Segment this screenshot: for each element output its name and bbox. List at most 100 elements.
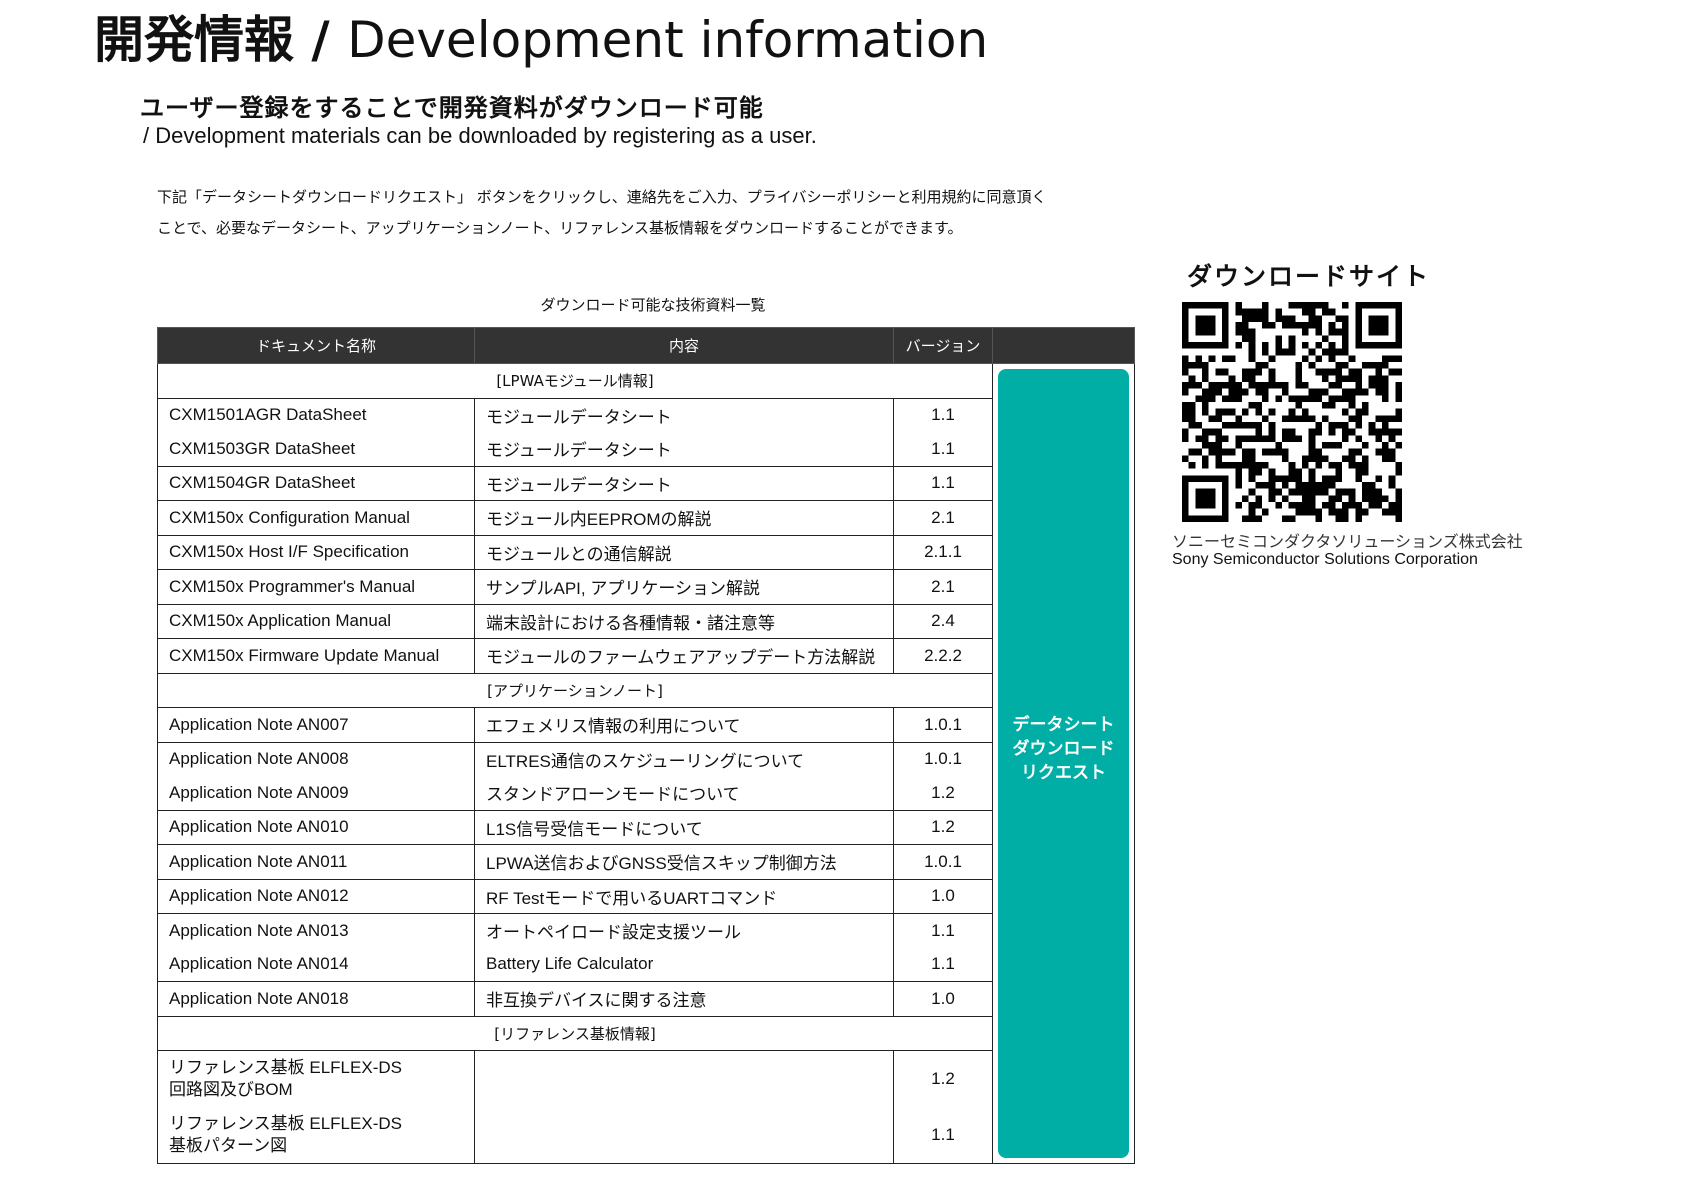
document-version: 2.1.1 (893, 534, 993, 570)
document-name: Application Note AN007 (157, 707, 475, 743)
table-header-row: ドキュメント名称 内容 バージョン (157, 327, 1135, 364)
document-content: オートペイロード設定支援ツール (474, 913, 894, 948)
download-site-title: ダウンロードサイト (1187, 262, 1431, 291)
documents-table: ドキュメント名称 内容 バージョン [LPWAモジュール情報] データシート ダウンロー… (157, 327, 1135, 1164)
table-row: リファレンス基板 ELFLEX-DS 回路図及びBOM 1.2 (157, 1050, 1135, 1107)
document-name: Application Note AN008 (157, 741, 475, 776)
document-version: 1.0.1 (893, 741, 993, 776)
document-content: モジュールのファームウェアアップデート方法解説 (474, 638, 894, 674)
document-content: Battery Life Calculator (474, 947, 894, 982)
document-version: 1.0.1 (893, 844, 993, 880)
page-title-en: Development information (347, 11, 989, 69)
table-header-cell: バージョン (893, 327, 993, 364)
document-content (474, 1107, 894, 1164)
section-row: [LPWAモジュール情報] データシート ダウンロード リクエスト (157, 363, 1135, 1164)
document-version: 2.1 (893, 569, 993, 605)
table-row: Application Note AN018 非互換デバイスに関する注意 1.0 (157, 981, 1135, 1017)
document-content: RF Testモードで用いるUARTコマンド (474, 878, 894, 914)
table-row: Application Note AN012 RF Testモードで用いるUART… (157, 878, 1135, 914)
document-name: Application Note AN009 (157, 776, 475, 811)
document-content: モジュールデータシート (474, 432, 894, 467)
table-row: CXM150x Host I/F Specification モジュールとの通信解… (157, 534, 1135, 570)
table-row: CXM150x Application Manual 端末設計における各種情報・諸… (157, 603, 1135, 639)
section-label: [アプリケーションノート] (157, 672, 993, 708)
description-line-1: 下記「データシートダウンロードリクエスト」 ボタンをクリックし、連絡先をご入力、… (157, 188, 1047, 206)
document-content: スタンドアローンモードについて (474, 776, 894, 811)
section-label: [リファレンス基板情報] (157, 1015, 993, 1051)
document-content: サンプルAPI, アプリケーション解説 (474, 569, 894, 605)
document-name: Application Note AN010 (157, 809, 475, 845)
document-name: CXM150x Host I/F Specification (157, 534, 475, 570)
document-version: 2.1 (893, 500, 993, 536)
document-name: CXM1501AGR DataSheet (157, 397, 475, 432)
document-name: Application Note AN018 (157, 981, 475, 1017)
section-label: [LPWAモジュール情報] (157, 363, 993, 399)
datasheet-download-request-label: データシート ダウンロード リクエスト (1012, 714, 1115, 783)
page-title-jp: 開発情報 (94, 11, 294, 69)
document-version: 1.0 (893, 878, 993, 914)
table-row: Application Note AN011 LPWA送信およびGNSS受信スキッ… (157, 844, 1135, 880)
document-version: 1.1 (893, 397, 993, 432)
table-header-blank (992, 327, 1135, 364)
document-name: Application Note AN011 (157, 844, 475, 880)
subtitle-en: / Development materials can be downloade… (143, 123, 817, 148)
document-content: LPWA送信およびGNSS受信スキップ制御方法 (474, 844, 894, 880)
page-title: 開発情報 / Development information (94, 6, 988, 74)
document-content: L1S信号受信モードについて (474, 809, 894, 845)
table-row: Application Note AN014 Battery Life Calcu… (157, 947, 1135, 982)
table-row: CXM150x Programmer's Manual サンプルAPI, アプリケ… (157, 569, 1135, 605)
document-content: 非互換デバイスに関する注意 (474, 981, 894, 1017)
document-version: 1.1 (893, 947, 993, 982)
document-version: 1.2 (893, 809, 993, 845)
document-name: Application Note AN014 (157, 947, 475, 982)
company-name-en: Sony Semiconductor Solutions Corporation (1172, 551, 1478, 568)
company-name-jp: ソニーセミコンダクタソリューションズ株式会社 (1172, 532, 1523, 551)
document-version: 1.1 (893, 465, 993, 501)
document-version: 2.2.2 (893, 638, 993, 674)
table-row: リファレンス基板 ELFLEX-DS 基板パターン図 1.1 (157, 1107, 1135, 1164)
document-version: 1.1 (893, 432, 993, 467)
document-name: CXM150x Application Manual (157, 603, 475, 639)
document-content: 端末設計における各種情報・諸注意等 (474, 603, 894, 639)
table-caption: ダウンロード可能な技術資料一覧 (540, 296, 766, 314)
document-version: 1.0.1 (893, 707, 993, 743)
document-name: リファレンス基板 ELFLEX-DS 基板パターン図 (157, 1107, 475, 1164)
description-line-2: ことで、必要なデータシート、アップリケーションノート、リファレンス基板情報をダウ… (157, 219, 963, 237)
document-name: Application Note AN013 (157, 913, 475, 948)
table-header-cell: ドキュメント名称 (157, 327, 475, 364)
document-content: モジュールデータシート (474, 465, 894, 501)
document-name: CXM150x Configuration Manual (157, 500, 475, 536)
document-content: モジュールデータシート (474, 397, 894, 432)
document-version: 1.1 (893, 913, 993, 948)
document-version: 1.1 (893, 1107, 993, 1164)
table-row: CXM150x Configuration Manual モジュール内EEPROM… (157, 500, 1135, 536)
table-row: Application Note AN007 エフェメリス情報の利用について 1.0… (157, 707, 1135, 743)
document-name: リファレンス基板 ELFLEX-DS 回路図及びBOM (157, 1050, 475, 1107)
table-header-cell: 内容 (474, 327, 894, 364)
document-version: 1.2 (893, 776, 993, 811)
table-row: Application Note AN009 スタンドアローンモードについて 1.2 (157, 776, 1135, 811)
subtitle-jp: ユーザー登録をすることで開発資料がダウンロード可能 (140, 94, 764, 122)
section-row: [リファレンス基板情報] (157, 1015, 1135, 1051)
description: 下記「データシートダウンロードリクエスト」 ボタンをクリックし、連絡先をご入力、… (157, 182, 1147, 244)
section-row: [アプリケーションノート] (157, 672, 1135, 708)
document-name: CXM150x Programmer's Manual (157, 569, 475, 605)
document-name: CXM150x Firmware Update Manual (157, 638, 475, 674)
document-content: ELTRES通信のスケジューリングについて (474, 741, 894, 776)
table-row: CXM150x Firmware Update Manual モジュールのファーム… (157, 638, 1135, 674)
document-name: Application Note AN012 (157, 878, 475, 914)
datasheet-download-request-button[interactable]: データシート ダウンロード リクエスト (998, 369, 1129, 1158)
table-row: CXM1503GR DataSheet モジュールデータシート 1.1 (157, 432, 1135, 467)
table-row: Application Note AN008 ELTRES通信のスケジューリングに… (157, 741, 1135, 776)
document-name: CXM1504GR DataSheet (157, 465, 475, 501)
document-content: モジュール内EEPROMの解説 (474, 500, 894, 536)
table-row: CXM1504GR DataSheet モジュールデータシート 1.1 (157, 465, 1135, 501)
document-version: 2.4 (893, 603, 993, 639)
document-content: モジュールとの通信解説 (474, 534, 894, 570)
table-row: Application Note AN010 L1S信号受信モードについて 1.2 (157, 809, 1135, 845)
document-version: 1.0 (893, 981, 993, 1017)
document-version: 1.2 (893, 1050, 993, 1107)
document-name: CXM1503GR DataSheet (157, 432, 475, 467)
qr-code[interactable] (1182, 302, 1402, 522)
document-content (474, 1050, 894, 1107)
